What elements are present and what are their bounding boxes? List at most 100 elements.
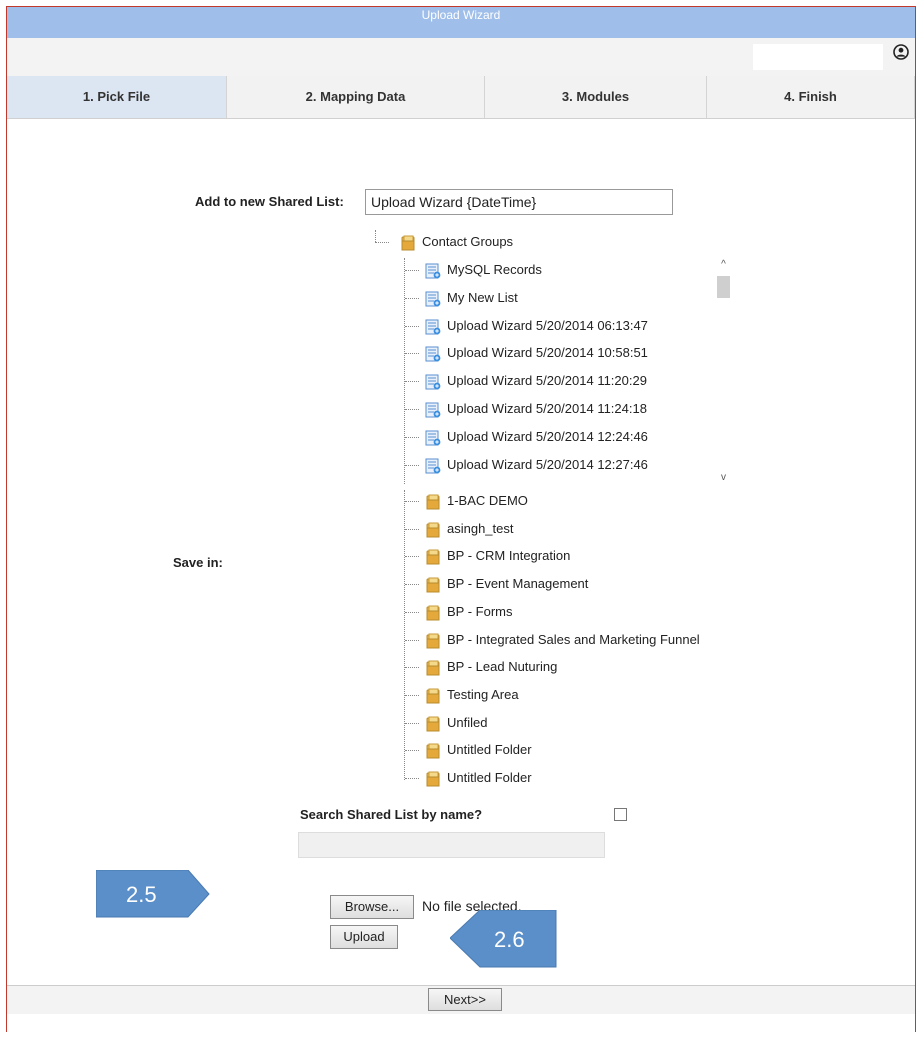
tree-folder-item[interactable]: Unfiled <box>425 712 487 734</box>
tree-folder-item-label: 1-BAC DEMO <box>447 493 528 508</box>
tree-list-item-label: Upload Wizard 5/20/2014 12:27:46 <box>447 457 648 472</box>
tree-folder-item[interactable]: BP - Lead Nuturing <box>425 656 557 678</box>
tree-connector <box>404 258 405 484</box>
tree-folder-item[interactable]: asingh_test <box>425 518 514 540</box>
tree-folder-item-label: BP - Integrated Sales and Marketing Funn… <box>447 632 700 647</box>
browse-button[interactable]: Browse... <box>330 895 414 919</box>
shared-list-input[interactable] <box>365 189 673 215</box>
tree-connector <box>405 723 419 724</box>
tree-connector <box>405 750 419 751</box>
tree-connector <box>375 230 376 242</box>
tree-folder-item[interactable]: BP - Integrated Sales and Marketing Funn… <box>425 629 700 651</box>
tree-connector <box>405 584 419 585</box>
folder-icon <box>426 716 440 732</box>
folder-icon <box>426 771 440 787</box>
tree-folder-item-label: Testing Area <box>447 687 519 702</box>
callout-label-right: 2.6 <box>494 927 525 952</box>
tree-connector <box>405 326 419 327</box>
scroll-up-icon[interactable]: ^ <box>715 258 732 272</box>
folder-icon <box>426 633 440 649</box>
tree-connector <box>405 381 419 382</box>
tree-folder-item-label: Unfiled <box>447 715 488 730</box>
save-in-label: Save in: <box>173 555 223 570</box>
toolbar <box>7 38 915 76</box>
tree-list-item-label: Upload Wizard 5/20/2014 06:13:47 <box>447 318 648 333</box>
tree-connector <box>405 695 419 696</box>
tree-folder-item[interactable]: Testing Area <box>425 684 519 706</box>
footer-bar: Next>> <box>7 985 915 1014</box>
tree-list-item[interactable]: Upload Wizard 5/20/2014 11:24:18 <box>425 398 647 420</box>
tree-connector <box>405 465 419 466</box>
tree-root-label: Contact Groups <box>422 234 514 249</box>
list-icon <box>425 263 441 279</box>
list-icon <box>425 291 441 307</box>
tree-connector <box>405 778 419 779</box>
tree-folder-item-label: BP - Event Management <box>447 576 589 591</box>
folder-icon <box>426 494 440 510</box>
list-icon <box>425 458 441 474</box>
tree-list-item[interactable]: Upload Wizard 5/20/2014 12:27:46 <box>425 454 648 476</box>
search-label: Search Shared List by name? <box>300 807 483 822</box>
tree-folder-item-label: BP - Forms <box>447 604 513 619</box>
tree-folder-item-label: BP - Lead Nuturing <box>447 659 558 674</box>
shared-list-label: Add to new Shared List: <box>195 194 344 209</box>
toolbar-field[interactable] <box>753 44 883 70</box>
tree-connector <box>405 298 419 299</box>
folder-icon <box>426 660 440 676</box>
next-button[interactable]: Next>> <box>428 988 502 1011</box>
tree-connector <box>405 437 419 438</box>
tree-list-item-label: Upload Wizard 5/20/2014 12:24:46 <box>447 429 648 444</box>
folder-icon <box>426 743 440 759</box>
folder-icon <box>426 522 440 538</box>
tree-list-item[interactable]: My New List <box>425 287 518 309</box>
tree-list-item[interactable]: Upload Wizard 5/20/2014 10:58:51 <box>425 342 648 364</box>
tree-list-item[interactable]: Upload Wizard 5/20/2014 12:24:46 <box>425 426 648 448</box>
scroll-thumb[interactable] <box>717 276 730 298</box>
search-input[interactable] <box>298 832 605 858</box>
tree-connector <box>405 612 419 613</box>
tree-folder-item[interactable]: 1-BAC DEMO <box>425 490 528 512</box>
tree-list-item-label: MySQL Records <box>447 262 542 277</box>
tree-scrollbar[interactable]: ^ v <box>715 258 732 485</box>
tab-pick-file[interactable]: 1. Pick File <box>7 76 227 118</box>
list-icon <box>425 430 441 446</box>
tree-connector <box>405 353 419 354</box>
tab-mapping-data[interactable]: 2. Mapping Data <box>227 76 485 118</box>
tree-list-item[interactable]: Upload Wizard 5/20/2014 11:20:29 <box>425 370 647 392</box>
folder-icon <box>426 605 440 621</box>
callout-label-left: 2.5 <box>126 882 157 907</box>
tree-connector <box>405 270 419 271</box>
tree-folder-item[interactable]: Untitled Folder <box>425 739 532 761</box>
tree-connector <box>375 242 389 243</box>
tree-list-item[interactable]: Upload Wizard 5/20/2014 06:13:47 <box>425 315 648 337</box>
tree-folder-item-label: Untitled Folder <box>447 742 532 757</box>
tree-list-item-label: Upload Wizard 5/20/2014 11:20:29 <box>447 373 647 388</box>
folder-icon <box>426 577 440 593</box>
folder-icon <box>401 235 415 251</box>
tree-list-item-label: Upload Wizard 5/20/2014 10:58:51 <box>447 345 648 360</box>
list-icon <box>425 346 441 362</box>
scroll-down-icon[interactable]: v <box>715 471 732 485</box>
tree-connector <box>405 529 419 530</box>
search-checkbox[interactable] <box>614 808 627 821</box>
folder-icon <box>426 688 440 704</box>
tree-folder-item[interactable]: Untitled Folder <box>425 767 532 789</box>
list-icon <box>425 374 441 390</box>
tree-folder-item-label: asingh_test <box>447 521 514 536</box>
tree-connector <box>405 409 419 410</box>
tree-root[interactable]: Contact Groups <box>400 231 513 253</box>
tree-folder-item[interactable]: BP - CRM Integration <box>425 545 570 567</box>
tree-connector <box>405 667 419 668</box>
tree-connector <box>405 501 419 502</box>
list-icon <box>425 402 441 418</box>
tree-folder-item[interactable]: BP - Forms <box>425 601 513 623</box>
tab-finish[interactable]: 4. Finish <box>707 76 915 118</box>
tree-folder-item[interactable]: BP - Event Management <box>425 573 588 595</box>
user-icon[interactable] <box>893 44 909 60</box>
window-title: Upload Wizard <box>7 7 915 38</box>
list-icon <box>425 319 441 335</box>
tab-modules[interactable]: 3. Modules <box>485 76 707 118</box>
upload-button[interactable]: Upload <box>330 925 398 949</box>
tree-folder-item-label: Untitled Folder <box>447 770 532 785</box>
tree-list-item[interactable]: MySQL Records <box>425 259 542 281</box>
